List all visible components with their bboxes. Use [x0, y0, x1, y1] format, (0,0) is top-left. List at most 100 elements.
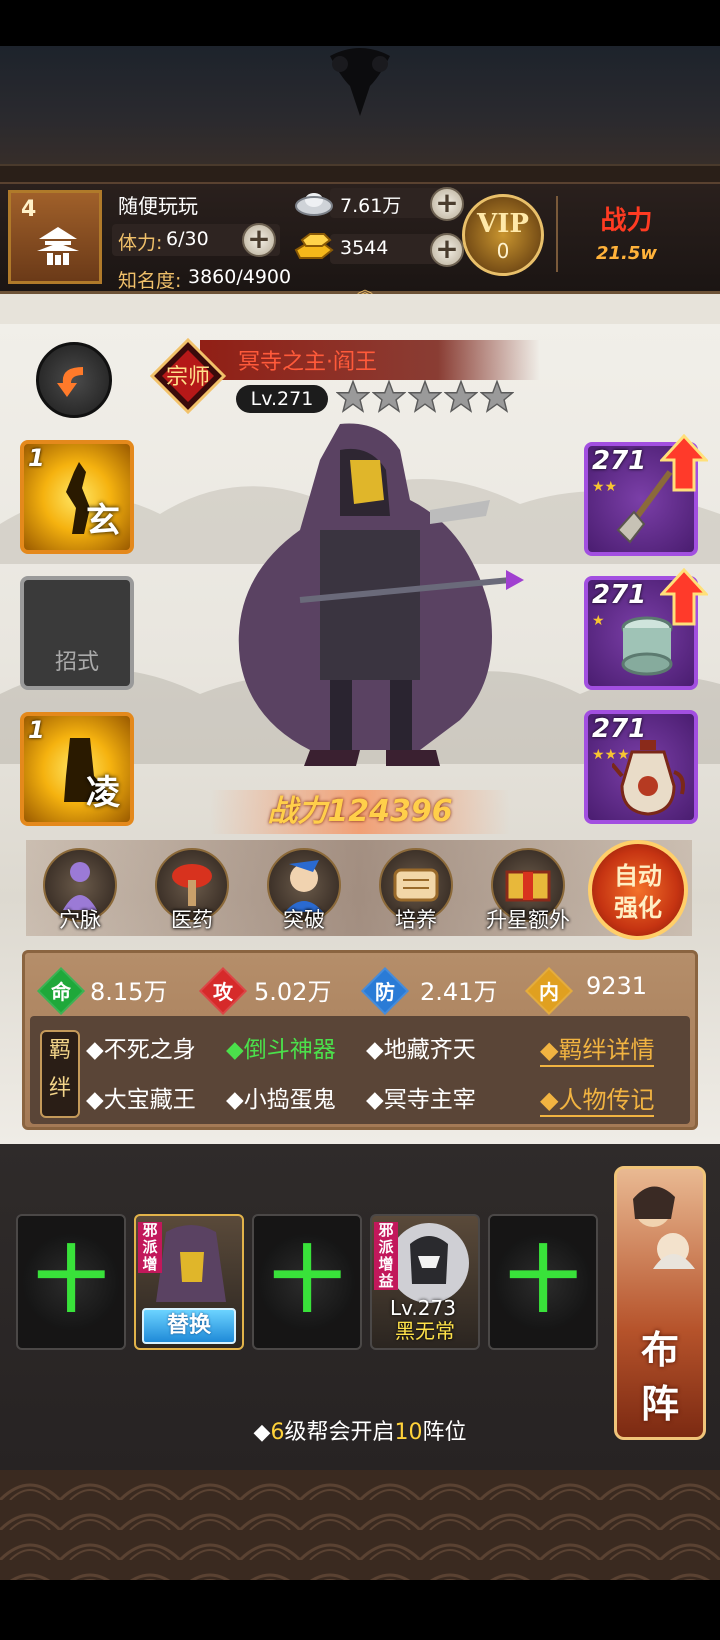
breakthrough-button[interactable]: 突破: [262, 848, 346, 932]
hero-title: 冥寺之主·阎王: [238, 350, 377, 375]
swap-button[interactable]: 替换: [142, 1308, 236, 1344]
hp-stat-value: 8.15万: [90, 978, 168, 1006]
nav-bar: [0, 1580, 720, 1640]
total-power-label: 战力: [600, 206, 653, 236]
add-member-icon: 十: [506, 1238, 579, 1322]
return-arrow-icon: [57, 367, 83, 397]
total-power: 战力 21.5w: [596, 200, 657, 264]
fame-value: 3860/4900: [188, 266, 292, 288]
lineup-slot-empty[interactable]: 十: [488, 1214, 598, 1350]
defense-stat-value: 2.41万: [420, 978, 498, 1006]
rank-badge-icon: 宗师: [150, 338, 226, 414]
star-icon: [336, 380, 370, 413]
gold-value: 3544: [340, 237, 389, 259]
silver-ingot-icon: [295, 193, 333, 216]
divider: [556, 196, 558, 272]
function-label: 培养: [395, 908, 437, 932]
formation-portrait: [633, 1186, 695, 1269]
star-icon: [372, 380, 406, 413]
roof-background: [0, 46, 720, 182]
medicine-button[interactable]: 医药: [150, 848, 234, 932]
bond-item: ◆冥寺主宰: [366, 1087, 476, 1113]
lineup-slot-current[interactable]: 邪派增 替换: [134, 1214, 244, 1350]
unlock-tip-mid: 级帮会开启: [284, 1420, 395, 1445]
gold-bars-icon: [294, 233, 334, 259]
upgrade-arrow-icon: [660, 568, 708, 626]
bonds-tag-line2: 绊: [48, 1076, 71, 1101]
skill-slot-2[interactable]: 招式: [20, 576, 134, 690]
hero-level: Lv.271: [236, 385, 328, 413]
skill-slot-3[interactable]: 1 凌: [20, 712, 134, 826]
inner-stat-value: 9231: [586, 972, 648, 1000]
skill-level: 1: [28, 444, 45, 472]
function-label: 医药: [171, 908, 213, 932]
lineup-slot-empty[interactable]: 十: [252, 1214, 362, 1350]
status-bar: [0, 0, 720, 46]
skill-slot-1[interactable]: 1 玄: [20, 440, 134, 554]
stamina-value: 6/30: [166, 228, 209, 250]
expand-chevron-icon[interactable]: ︽: [350, 276, 380, 299]
function-label: 升星额外: [486, 908, 570, 932]
player-avatar[interactable]: 4: [8, 190, 102, 284]
member-name: 黑无常: [395, 1319, 455, 1343]
lineup-slot-member[interactable]: 邪派增益 Lv.273 黑无常: [370, 1214, 480, 1350]
inner-stat-label: 内: [539, 980, 559, 1004]
hp-stat-icon: 命: [36, 966, 86, 1016]
biography-link[interactable]: ◆人物传记: [540, 1080, 655, 1117]
member-portrait: [389, 1223, 469, 1303]
lineup-slot-empty[interactable]: 十: [16, 1214, 126, 1350]
divider-band: [0, 294, 720, 324]
hero-power: 战力124396: [210, 790, 510, 834]
unlock-tip-level: 6: [270, 1420, 285, 1445]
bond-item: ◆不死之身: [86, 1037, 196, 1063]
skill-level: 1: [28, 716, 45, 744]
skill-char: 凌: [86, 773, 120, 813]
equip-slot-2[interactable]: 271 ★: [584, 568, 708, 690]
star-icon: [480, 380, 514, 413]
equip-slot-3[interactable]: 271 ★★★: [584, 710, 698, 824]
defense-stat-icon: 防: [360, 966, 410, 1016]
bonds-tag-line1: 羁: [48, 1038, 71, 1063]
attack-stat-label: 攻: [213, 980, 233, 1004]
equip-slot-1[interactable]: 271 ★★: [584, 434, 708, 556]
vip-label: VIP: [477, 209, 529, 239]
skill-empty-label: 招式: [54, 650, 99, 675]
vip-badge[interactable]: VIP 0: [462, 194, 544, 276]
auto-strengthen-button[interactable]: 自动 强化: [588, 840, 688, 940]
silver-value: 7.61万: [340, 195, 402, 217]
star-icon: [444, 380, 478, 413]
hero-power-text: 战力124396: [267, 794, 453, 829]
unlock-tip: ◆6级帮会开启10阵位: [0, 1414, 720, 1446]
roof-ornament: [330, 48, 390, 116]
meridian-button[interactable]: 穴脉: [38, 848, 122, 932]
bond-item-active: ◆倒斗神器: [226, 1037, 336, 1063]
bond-item: ◆小捣蛋鬼: [226, 1087, 336, 1113]
function-label: 穴脉: [59, 908, 101, 932]
bottom-pattern: [0, 1470, 720, 1580]
inner-stat-icon: 内: [524, 966, 574, 1016]
auto-strengthen-line2: 强化: [614, 893, 662, 922]
star-up-button[interactable]: 升星额外: [486, 848, 570, 932]
cultivate-button[interactable]: 培养: [374, 848, 458, 932]
bond-item: ◆大宝藏王: [86, 1087, 196, 1113]
add-silver-button[interactable]: +: [430, 187, 464, 221]
auto-strengthen-line1: 自动: [614, 861, 662, 890]
vip-level: 0: [496, 239, 510, 263]
bonds-tag: 羁 绊: [40, 1030, 80, 1118]
equip-stars: ★: [592, 613, 605, 629]
stamina-label: 体力:: [118, 232, 163, 254]
temple-icon: [37, 227, 79, 265]
add-stamina-button[interactable]: +: [242, 223, 276, 257]
rank-badge-text: 宗师: [166, 365, 210, 390]
function-label: 突破: [283, 908, 325, 932]
star-icon: [408, 380, 442, 413]
back-button[interactable]: [36, 342, 112, 418]
equip-level: 271: [592, 580, 647, 610]
player-level: 4: [21, 197, 37, 222]
formation-button[interactable]: 布 阵: [614, 1166, 706, 1440]
skill-char: 玄: [86, 501, 120, 541]
add-gold-button[interactable]: +: [430, 233, 464, 267]
bond-details-link[interactable]: ◆羁绊详情: [540, 1030, 655, 1067]
unlock-tip-count: 10: [394, 1420, 423, 1445]
hp-stat-label: 命: [51, 980, 71, 1004]
